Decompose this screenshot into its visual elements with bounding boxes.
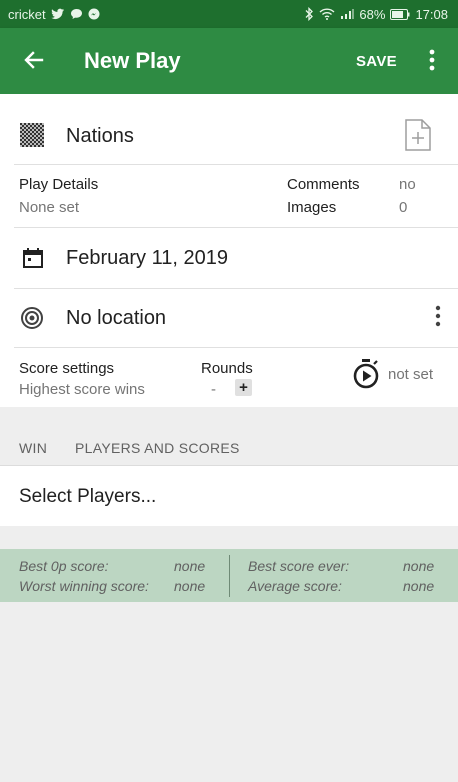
chat-icon [70,9,82,19]
score-settings-label[interactable]: Score settings [19,360,114,377]
play-details-row[interactable]: Play Details None set Comments no Images… [0,165,458,227]
comments-label: Comments [287,176,360,193]
location-menu-icon[interactable] [434,304,442,328]
status-bar: cricket 68% 17:08 [0,0,458,28]
best-score-ever-value: none [403,558,435,574]
add-file-icon[interactable] [404,118,432,152]
date-row[interactable]: February 11, 2019 [0,228,458,288]
average-score-value: none [403,578,435,594]
bluetooth-icon [305,7,314,21]
images-value: 0 [399,199,408,216]
battery-percent: 68% [359,6,386,22]
score-settings-row: Score settings Highest score wins Rounds… [0,348,458,407]
clock: 17:08 [415,6,448,22]
game-thumbnail-icon [20,123,44,147]
worst-winning-score-value: none [174,578,206,594]
timer-icon[interactable] [352,358,380,390]
date-value: February 11, 2019 [66,247,228,269]
wifi-icon [319,8,335,20]
timer-value: not set [388,366,434,383]
calendar-icon [23,248,43,268]
twitter-icon [50,8,64,20]
select-players-label: Select Players... [19,486,157,507]
play-details-label: Play Details [19,176,99,193]
save-button[interactable]: SAVE [356,53,397,70]
play-form: Nations Play Details None set Comments n… [0,94,458,407]
best-0p-score-value: none [174,558,206,574]
signal-icon [341,9,354,19]
play-details-value: None set [19,199,80,216]
location-row[interactable]: No location [0,289,458,347]
rounds-value: - [211,381,216,398]
page-title: New Play [84,48,181,73]
best-0p-score-label: Best 0p score: [19,558,109,574]
average-score-label: Average score: [248,578,342,594]
best-score-ever-label: Best score ever: [248,558,350,574]
overflow-menu-icon[interactable] [424,48,440,72]
back-arrow-icon[interactable] [20,46,48,74]
score-stats-panel: Best 0p score: none Worst winning score:… [0,549,458,602]
messenger-icon [88,8,100,20]
battery-icon [390,8,410,20]
game-name: Nations [66,125,134,147]
location-target-icon [21,307,43,329]
rounds-label: Rounds [201,360,253,377]
score-settings-value[interactable]: Highest score wins [19,381,145,398]
carrier-label: cricket [8,6,46,22]
location-value: No location [66,307,167,329]
worst-winning-score-label: Worst winning score: [19,578,149,594]
select-players-row[interactable]: Select Players... [0,465,458,526]
app-bar: New Play SAVE [0,28,458,94]
stats-divider [229,555,230,597]
game-row[interactable]: Nations [0,94,458,164]
rounds-increment-button[interactable]: + [235,379,252,396]
win-column-header: WIN [19,440,48,456]
comments-value: no [399,176,416,193]
players-scores-header: PLAYERS AND SCORES [75,440,240,456]
images-label: Images [287,199,337,216]
